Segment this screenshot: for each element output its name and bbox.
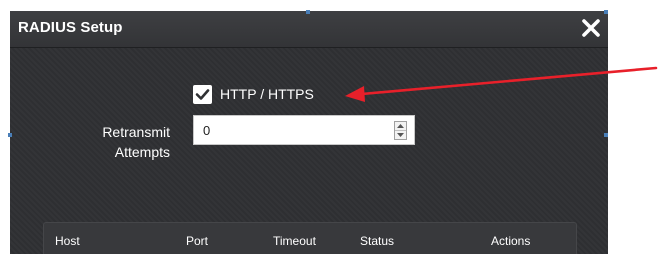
retransmit-attempts-input[interactable]: 0 xyxy=(193,115,415,145)
spinner-up-button[interactable] xyxy=(395,122,406,131)
column-header-timeout[interactable]: Timeout xyxy=(273,234,316,248)
retransmit-label-line1: Retransmit xyxy=(102,124,170,140)
http-https-checkbox[interactable] xyxy=(193,85,212,104)
resize-handle-right[interactable] xyxy=(604,133,608,137)
retransmit-attempts-label: Retransmit Attempts xyxy=(70,122,170,162)
dialog-title: RADIUS Setup xyxy=(18,19,123,36)
column-header-actions[interactable]: Actions xyxy=(491,234,530,248)
column-header-status[interactable]: Status xyxy=(360,234,394,248)
column-header-host[interactable]: Host xyxy=(55,234,80,248)
resize-handle-left[interactable] xyxy=(8,133,12,137)
spinner-down-button[interactable] xyxy=(395,131,406,139)
close-icon xyxy=(582,19,600,37)
close-button[interactable] xyxy=(578,15,604,41)
retransmit-label-line2: Attempts xyxy=(114,144,170,160)
radius-servers-table: Host Port Timeout Status Actions xyxy=(43,222,577,254)
spinner-arrows xyxy=(394,121,407,140)
resize-handle-top-right[interactable] xyxy=(604,10,608,14)
chevron-up-icon xyxy=(397,124,404,128)
chevron-down-icon xyxy=(397,133,404,137)
column-header-port[interactable]: Port xyxy=(186,234,208,248)
radius-setup-dialog: RADIUS Setup HTTP / HTTPS Retransmit Att… xyxy=(10,11,608,254)
retransmit-attempts-value[interactable]: 0 xyxy=(203,123,210,138)
http-https-label: HTTP / HTTPS xyxy=(220,86,314,102)
resize-handle-top[interactable] xyxy=(306,10,310,14)
checkmark-icon xyxy=(195,89,210,100)
dialog-titlebar[interactable]: RADIUS Setup xyxy=(10,11,608,48)
